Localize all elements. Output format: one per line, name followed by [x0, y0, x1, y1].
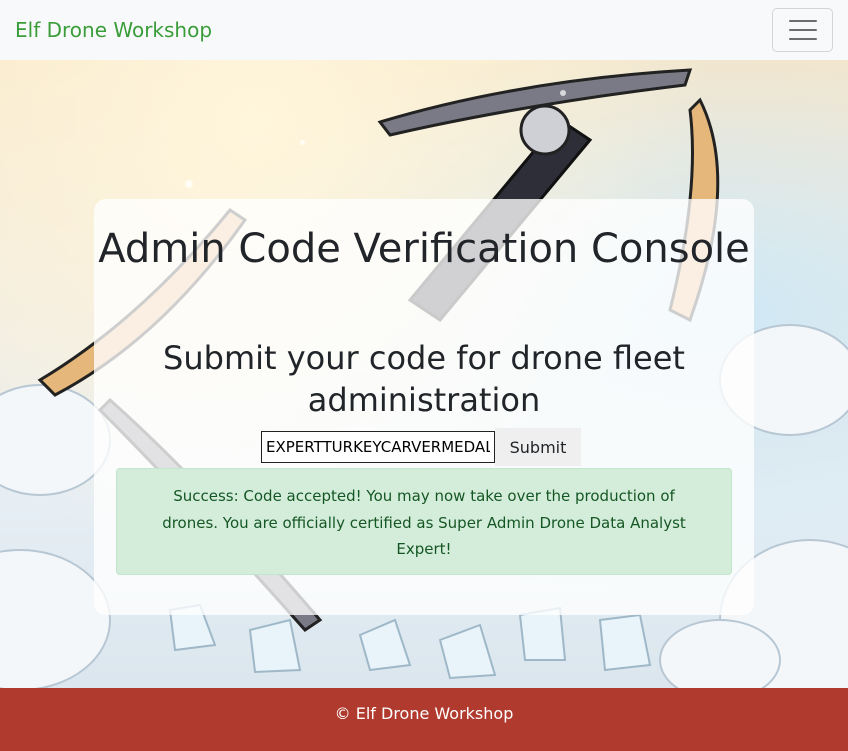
page-subtitle: Submit your code for drone fleet adminis…	[163, 339, 685, 419]
footer-text: © Elf Drone Workshop	[334, 704, 514, 723]
hamburger-icon	[788, 20, 817, 22]
ice-chunks-decoration	[168, 603, 652, 680]
verification-card: Admin Code Verification Console Submit y…	[94, 199, 754, 615]
menu-toggle-button[interactable]	[772, 8, 833, 52]
code-form: Submit	[261, 428, 581, 466]
navbar: Elf Drone Workshop	[0, 0, 848, 60]
brand-link[interactable]: Elf Drone Workshop	[15, 18, 212, 42]
success-alert: Success: Code accepted! You may now take…	[116, 468, 732, 575]
admin-code-input[interactable]	[261, 431, 495, 463]
page-title: Admin Code Verification Console	[98, 226, 750, 272]
footer: © Elf Drone Workshop	[0, 688, 848, 751]
submit-button[interactable]: Submit	[495, 428, 581, 466]
